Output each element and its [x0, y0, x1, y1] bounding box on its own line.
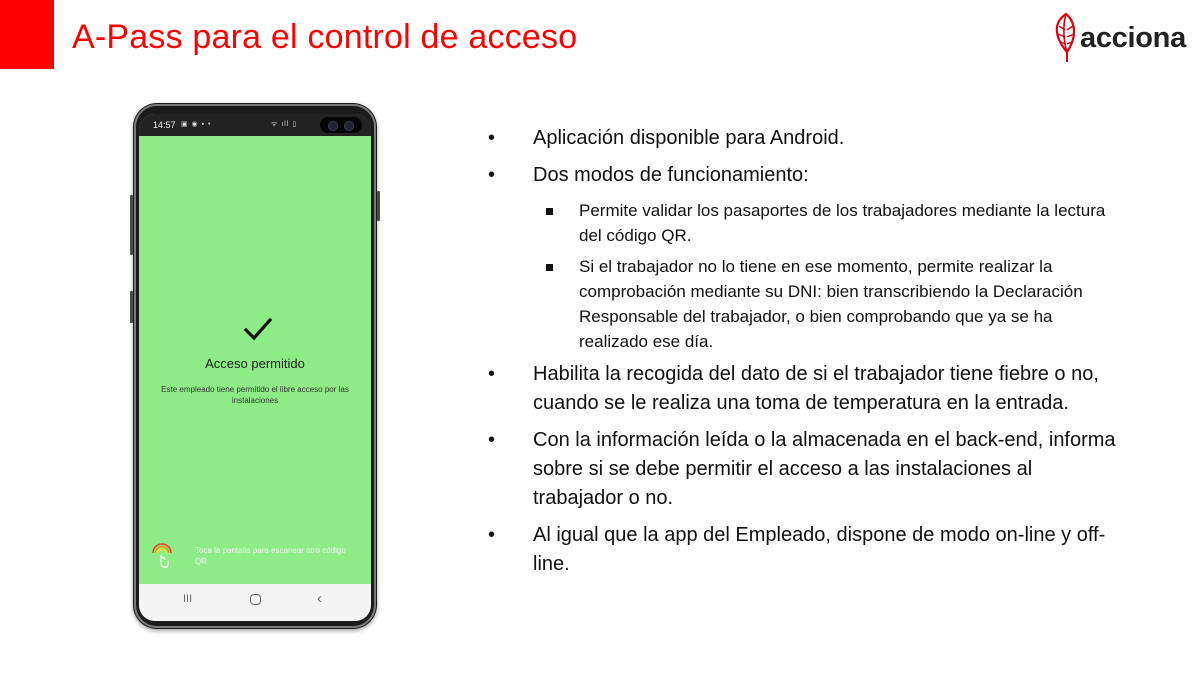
- square-bullet-icon: [546, 264, 553, 271]
- acciona-logo: acciona: [1050, 10, 1190, 66]
- bullet-dot-icon: •: [488, 127, 496, 149]
- access-status-title: Acceso permitido: [205, 356, 305, 371]
- front-camera-cutout: [320, 117, 362, 133]
- bullet-item: • Al igual que la app del Empleado, dispo…: [488, 521, 1123, 579]
- phone-volume-left: [130, 195, 133, 255]
- back-button[interactable]: ‹: [317, 590, 322, 607]
- sub-bullet-item: Si el trabajador no lo tiene en ese mome…: [488, 254, 1114, 354]
- acciona-leaf-logo-icon: [1055, 12, 1076, 62]
- logo-wordmark: acciona: [1080, 22, 1186, 54]
- bullet-dot-icon: •: [488, 363, 496, 385]
- notification-icons: ▣ ◉ ▪ •: [181, 121, 212, 128]
- bullet-item: • Habilita la recogida del dato de si el …: [488, 360, 1123, 418]
- sub-bullet-item: Permite validar los pasaportes de los tr…: [488, 198, 1114, 248]
- bullet-list: • Aplicación disponible para Android. • Do…: [488, 124, 1128, 587]
- access-status-description: Este empleado tiene permitido el libre a…: [161, 385, 349, 405]
- checkmark-icon: [243, 317, 273, 341]
- signal-battery-icons: ᯤ ıll ▯: [271, 121, 298, 128]
- square-bullet-icon: [546, 208, 553, 215]
- bullet-item: • Dos modos de funcionamiento:: [488, 161, 1128, 190]
- status-bar: 14:57 ▣ ◉ ▪ • ᯤ ıll ▯: [139, 114, 371, 136]
- bullet-item: • Con la información leída o la almacenad…: [488, 426, 1123, 513]
- home-button[interactable]: [250, 594, 261, 605]
- android-nav-bar: III ‹: [139, 584, 371, 621]
- scan-hint-text[interactable]: Toca la pantalla para escanear otro códi…: [195, 545, 355, 567]
- status-time: 14:57: [153, 120, 176, 130]
- bullet-dot-icon: •: [488, 164, 496, 186]
- bullet-item: • Aplicación disponible para Android.: [488, 124, 1128, 153]
- red-accent-block: [0, 0, 54, 69]
- phone-bixby-left: [130, 291, 133, 323]
- phone-side-button-right: [377, 191, 380, 221]
- tap-to-scan-icon[interactable]: [151, 543, 173, 569]
- bullet-dot-icon: •: [488, 524, 496, 546]
- bullet-dot-icon: •: [488, 429, 496, 451]
- slide-title: A-Pass para el control de acceso: [72, 18, 578, 56]
- phone-mockup: 14:57 ▣ ◉ ▪ • ᯤ ıll ▯ Acceso permitido E…: [130, 103, 380, 629]
- phone-screen[interactable]: 14:57 ▣ ◉ ▪ • ᯤ ıll ▯ Acceso permitido E…: [139, 114, 371, 621]
- recent-apps-button[interactable]: III: [183, 593, 192, 605]
